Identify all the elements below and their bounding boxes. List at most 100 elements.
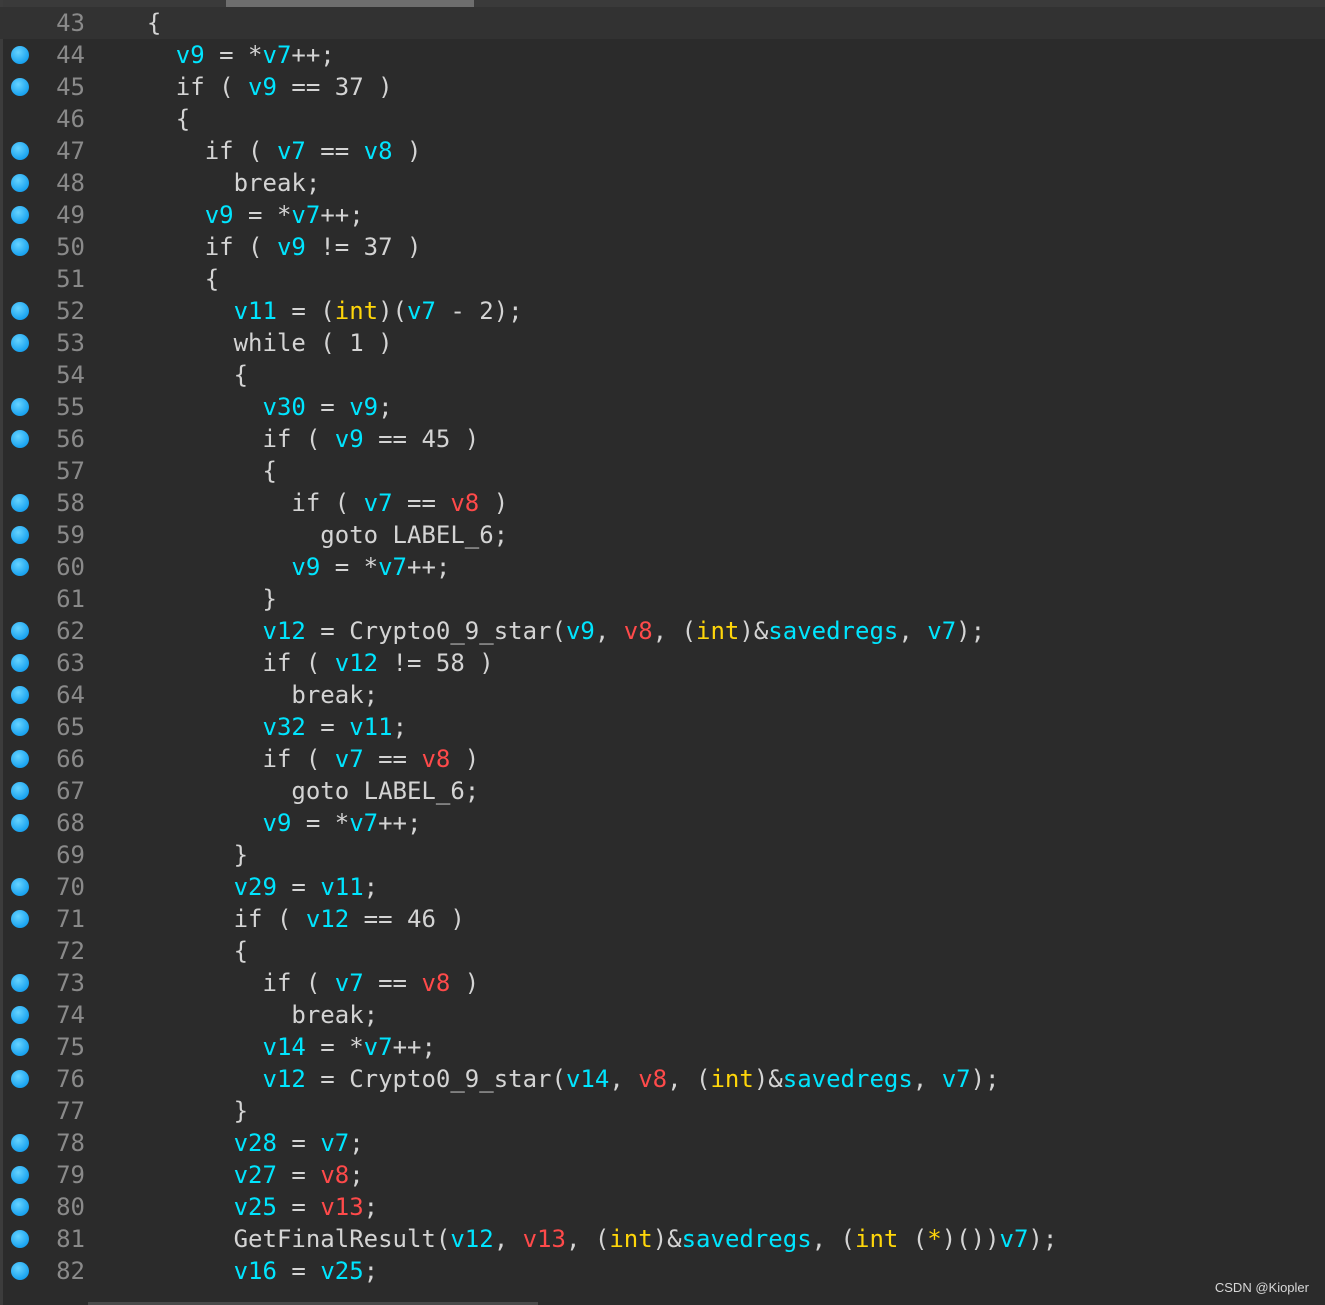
identifier-token[interactable]: savedregs [682,1225,812,1253]
identifier-token[interactable]: v9 [349,393,378,421]
breakpoint-icon[interactable] [11,718,29,736]
code-line[interactable]: 72 { [0,935,1325,967]
identifier-token[interactable]: v7 [263,41,292,69]
code-line[interactable]: 73 if ( v7 == v8 ) [0,967,1325,999]
type-keyword-token[interactable]: int [335,297,378,325]
identifier-token[interactable]: v12 [335,649,378,677]
code-line[interactable]: 52 v11 = (int)(v7 - 2); [0,295,1325,327]
breakpoint-icon[interactable] [11,1038,29,1056]
code-line[interactable]: 76 v12 = Crypto0_9_star(v14, v8, (int)&s… [0,1063,1325,1095]
code-line[interactable]: 47 if ( v7 == v8 ) [0,135,1325,167]
code-line[interactable]: 81 GetFinalResult(v12, v13, (int)&savedr… [0,1223,1325,1255]
identifier-token[interactable]: v16 [234,1257,277,1285]
code-line[interactable]: 74 break; [0,999,1325,1031]
code-line[interactable]: 82 v16 = v25; [0,1255,1325,1287]
breakpoint-icon[interactable] [11,622,29,640]
identifier-token[interactable]: v7 [277,137,306,165]
code-text[interactable]: if ( v9 == 37 ) [118,71,393,103]
identifier-token[interactable]: v9 [176,41,205,69]
identifier-token[interactable]: v7 [927,617,956,645]
code-line[interactable]: 44 v9 = *v7++; [0,39,1325,71]
code-line[interactable]: 79 v27 = v8; [0,1159,1325,1191]
code-text[interactable]: v29 = v11; [118,871,379,903]
identifier-token[interactable]: v7 [335,745,364,773]
identifier-token[interactable]: v9 [291,553,320,581]
type-keyword-token[interactable]: int [855,1225,898,1253]
code-line[interactable]: 70 v29 = v11; [0,871,1325,903]
identifier-token[interactable]: v8 [450,489,479,517]
breakpoint-icon[interactable] [11,238,29,256]
code-text[interactable]: } [118,839,248,871]
breakpoint-icon[interactable] [11,654,29,672]
code-line[interactable]: 56 if ( v9 == 45 ) [0,423,1325,455]
code-text[interactable]: v27 = v8; [118,1159,364,1191]
code-text[interactable]: if ( v7 == v8 ) [118,967,479,999]
breakpoint-icon[interactable] [11,78,29,96]
code-text[interactable]: { [118,263,219,295]
identifier-token[interactable]: v9 [566,617,595,645]
code-line[interactable]: 64 break; [0,679,1325,711]
breakpoint-icon[interactable] [11,1262,29,1280]
breakpoint-icon[interactable] [11,782,29,800]
code-text[interactable]: } [118,583,276,615]
breakpoint-icon[interactable] [11,750,29,768]
identifier-token[interactable]: v28 [234,1129,277,1157]
breakpoint-icon[interactable] [11,206,29,224]
identifier-token[interactable]: v25 [320,1257,363,1285]
identifier-token[interactable]: v7 [349,809,378,837]
identifier-token[interactable]: v8 [421,745,450,773]
code-line[interactable]: 60 v9 = *v7++; [0,551,1325,583]
identifier-token[interactable]: v11 [320,873,363,901]
code-text[interactable]: if ( v9 == 45 ) [118,423,479,455]
code-text[interactable]: { [118,935,248,967]
code-line[interactable]: 63 if ( v12 != 58 ) [0,647,1325,679]
code-line[interactable]: 68 v9 = *v7++; [0,807,1325,839]
identifier-token[interactable]: v8 [638,1065,667,1093]
breakpoint-icon[interactable] [11,142,29,160]
code-text[interactable]: v12 = Crypto0_9_star(v14, v8, (int)&save… [118,1063,1000,1095]
code-text[interactable]: if ( v7 == v8 ) [118,743,479,775]
breakpoint-icon[interactable] [11,910,29,928]
code-line[interactable]: 71 if ( v12 == 46 ) [0,903,1325,935]
code-line[interactable]: 67 goto LABEL_6; [0,775,1325,807]
identifier-token[interactable]: v14 [566,1065,609,1093]
code-line[interactable]: 58 if ( v7 == v8 ) [0,487,1325,519]
code-line[interactable]: 51 { [0,263,1325,295]
identifier-token[interactable]: v29 [234,873,277,901]
code-line[interactable]: 78 v28 = v7; [0,1127,1325,1159]
code-text[interactable]: if ( v12 != 58 ) [118,647,493,679]
code-line[interactable]: 50 if ( v9 != 37 ) [0,231,1325,263]
identifier-token[interactable]: v9 [263,809,292,837]
breakpoint-icon[interactable] [11,686,29,704]
identifier-token[interactable]: v12 [306,905,349,933]
code-text[interactable]: v30 = v9; [118,391,393,423]
identifier-token[interactable]: v13 [523,1225,566,1253]
code-line[interactable]: 62 v12 = Crypto0_9_star(v9, v8, (int)&sa… [0,615,1325,647]
code-line[interactable]: 53 while ( 1 ) [0,327,1325,359]
code-line[interactable]: 45 if ( v9 == 37 ) [0,71,1325,103]
identifier-token[interactable]: v11 [234,297,277,325]
breakpoint-icon[interactable] [11,302,29,320]
horizontal-scrollbar-thumb[interactable] [226,0,474,7]
code-line[interactable]: 46 { [0,103,1325,135]
horizontal-scrollbar-top[interactable] [0,0,1325,7]
code-text[interactable]: if ( v12 == 46 ) [118,903,465,935]
identifier-token[interactable]: v8 [421,969,450,997]
code-text[interactable]: v32 = v11; [118,711,408,743]
code-text[interactable]: v11 = (int)(v7 - 2); [118,295,523,327]
code-text[interactable]: v9 = *v7++; [118,807,422,839]
code-line[interactable]: 65 v32 = v11; [0,711,1325,743]
identifier-token[interactable]: v11 [349,713,392,741]
code-text[interactable]: v14 = *v7++; [118,1031,436,1063]
type-keyword-token[interactable]: * [927,1225,941,1253]
code-line[interactable]: 48 break; [0,167,1325,199]
code-text[interactable]: v16 = v25; [118,1255,379,1287]
identifier-token[interactable]: v7 [378,553,407,581]
identifier-token[interactable]: v7 [335,969,364,997]
identifier-token[interactable]: v7 [291,201,320,229]
breakpoint-icon[interactable] [11,1006,29,1024]
breakpoint-icon[interactable] [11,1166,29,1184]
identifier-token[interactable]: savedregs [768,617,898,645]
code-line[interactable]: 69 } [0,839,1325,871]
code-text[interactable]: break; [118,679,378,711]
